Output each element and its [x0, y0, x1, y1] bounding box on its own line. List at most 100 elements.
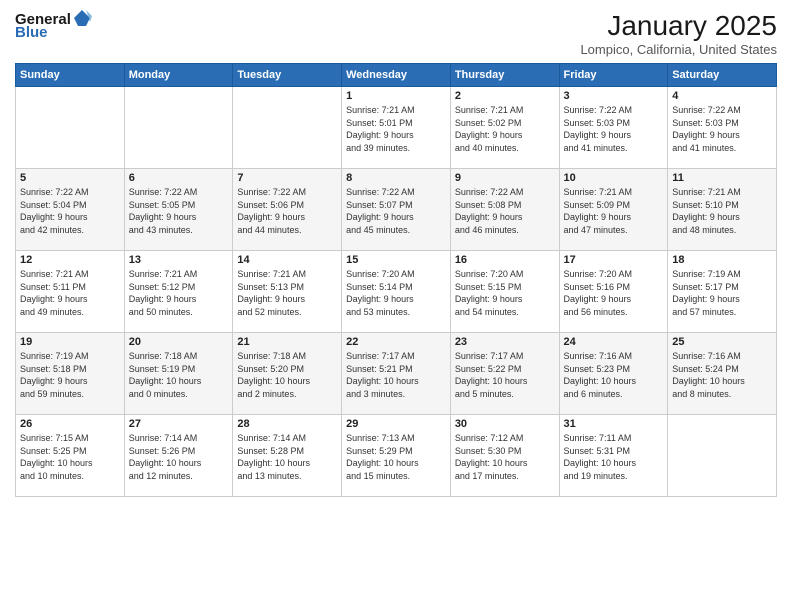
table-row: 4 Sunrise: 7:22 AM Sunset: 5:03 PM Daylig… [668, 87, 777, 169]
day-info: Sunrise: 7:22 AM Sunset: 5:03 PM Dayligh… [672, 104, 772, 154]
table-row: 10 Sunrise: 7:21 AM Sunset: 5:09 PM Dayli… [559, 169, 668, 251]
day-number: 5 [20, 172, 120, 184]
table-row: 13Sunrise: 7:21 AM Sunset: 5:12 PM Dayli… [124, 251, 233, 333]
day-number: 22 [346, 336, 446, 348]
day-info: Sunrise: 7:21 AM Sunset: 5:13 PM Dayligh… [237, 268, 337, 318]
table-row: 30 Sunrise: 7:12 AM Sunset: 5:30 PM Dayli… [450, 415, 559, 497]
table-row: 18 Sunrise: 7:19 AM Sunset: 5:17 PM Dayli… [668, 251, 777, 333]
day-number: 27 [129, 418, 229, 430]
table-row: 6 Sunrise: 7:22 AM Sunset: 5:05 PM Daylig… [124, 169, 233, 251]
day-info: Sunrise: 7:22 AM Sunset: 5:08 PM Dayligh… [455, 186, 555, 236]
table-row: 2 Sunrise: 7:21 AM Sunset: 5:02 PM Daylig… [450, 87, 559, 169]
table-row: 17 Sunrise: 7:20 AM Sunset: 5:16 PM Dayli… [559, 251, 668, 333]
table-row: 1 Sunrise: 7:21 AM Sunset: 5:01 PM Daylig… [342, 87, 451, 169]
table-row: 7 Sunrise: 7:22 AM Sunset: 5:06 PM Daylig… [233, 169, 342, 251]
calendar-week-row: 1 Sunrise: 7:21 AM Sunset: 5:01 PM Daylig… [16, 87, 777, 169]
table-row: 20Sunrise: 7:18 AM Sunset: 5:19 PM Dayli… [124, 333, 233, 415]
table-row: 29Sunrise: 7:13 AM Sunset: 5:29 PM Dayli… [342, 415, 451, 497]
day-number: 19 [20, 336, 120, 348]
col-friday: Friday [559, 64, 668, 87]
day-info: Sunrise: 7:21 AM Sunset: 5:09 PM Dayligh… [564, 186, 664, 236]
day-info: Sunrise: 7:12 AM Sunset: 5:30 PM Dayligh… [455, 432, 555, 482]
day-info: Sunrise: 7:13 AM Sunset: 5:29 PM Dayligh… [346, 432, 446, 482]
table-row [124, 87, 233, 169]
table-row: 19 Sunrise: 7:19 AM Sunset: 5:18 PM Dayli… [16, 333, 125, 415]
day-number: 18 [672, 254, 772, 266]
day-info: Sunrise: 7:15 AM Sunset: 5:25 PM Dayligh… [20, 432, 120, 482]
day-info: Sunrise: 7:20 AM Sunset: 5:16 PM Dayligh… [564, 268, 664, 318]
day-number: 25 [672, 336, 772, 348]
day-info: Sunrise: 7:22 AM Sunset: 5:03 PM Dayligh… [564, 104, 664, 154]
day-number: 6 [129, 172, 229, 184]
table-row: 11 Sunrise: 7:21 AM Sunset: 5:10 PM Dayli… [668, 169, 777, 251]
col-sunday: Sunday [16, 64, 125, 87]
calendar-week-row: 26 Sunrise: 7:15 AM Sunset: 5:25 PM Dayli… [16, 415, 777, 497]
table-row: 15Sunrise: 7:20 AM Sunset: 5:14 PM Dayli… [342, 251, 451, 333]
day-info: Sunrise: 7:17 AM Sunset: 5:22 PM Dayligh… [455, 350, 555, 400]
logo-icon [72, 8, 92, 28]
day-number: 20 [129, 336, 229, 348]
day-number: 10 [564, 172, 664, 184]
table-row [233, 87, 342, 169]
day-number: 2 [455, 90, 555, 102]
day-info: Sunrise: 7:18 AM Sunset: 5:20 PM Dayligh… [237, 350, 337, 400]
day-info: Sunrise: 7:11 AM Sunset: 5:31 PM Dayligh… [564, 432, 664, 482]
table-row: 25 Sunrise: 7:16 AM Sunset: 5:24 PM Dayli… [668, 333, 777, 415]
table-row: 8 Sunrise: 7:22 AM Sunset: 5:07 PM Daylig… [342, 169, 451, 251]
table-row [16, 87, 125, 169]
day-info: Sunrise: 7:17 AM Sunset: 5:21 PM Dayligh… [346, 350, 446, 400]
day-number: 17 [564, 254, 664, 266]
day-number: 8 [346, 172, 446, 184]
table-row: 3Sunrise: 7:22 AM Sunset: 5:03 PM Daylig… [559, 87, 668, 169]
calendar-table: Sunday Monday Tuesday Wednesday Thursday… [15, 63, 777, 497]
table-row: 14 Sunrise: 7:21 AM Sunset: 5:13 PM Dayli… [233, 251, 342, 333]
title-block: January 2025 Lompico, California, United… [580, 10, 777, 57]
day-info: Sunrise: 7:21 AM Sunset: 5:02 PM Dayligh… [455, 104, 555, 154]
day-number: 14 [237, 254, 337, 266]
day-number: 4 [672, 90, 772, 102]
day-info: Sunrise: 7:21 AM Sunset: 5:10 PM Dayligh… [672, 186, 772, 236]
day-info: Sunrise: 7:22 AM Sunset: 5:07 PM Dayligh… [346, 186, 446, 236]
col-thursday: Thursday [450, 64, 559, 87]
day-info: Sunrise: 7:21 AM Sunset: 5:12 PM Dayligh… [129, 268, 229, 318]
table-row: 9Sunrise: 7:22 AM Sunset: 5:08 PM Daylig… [450, 169, 559, 251]
table-row: 12Sunrise: 7:21 AM Sunset: 5:11 PM Dayli… [16, 251, 125, 333]
day-info: Sunrise: 7:21 AM Sunset: 5:01 PM Dayligh… [346, 104, 446, 154]
day-number: 1 [346, 90, 446, 102]
day-number: 21 [237, 336, 337, 348]
day-info: Sunrise: 7:20 AM Sunset: 5:15 PM Dayligh… [455, 268, 555, 318]
day-number: 16 [455, 254, 555, 266]
calendar-week-row: 19 Sunrise: 7:19 AM Sunset: 5:18 PM Dayli… [16, 333, 777, 415]
table-row: 22 Sunrise: 7:17 AM Sunset: 5:21 PM Dayli… [342, 333, 451, 415]
day-number: 30 [455, 418, 555, 430]
day-number: 31 [564, 418, 664, 430]
day-info: Sunrise: 7:22 AM Sunset: 5:05 PM Dayligh… [129, 186, 229, 236]
calendar-week-row: 5Sunrise: 7:22 AM Sunset: 5:04 PM Daylig… [16, 169, 777, 251]
col-monday: Monday [124, 64, 233, 87]
day-number: 11 [672, 172, 772, 184]
logo: General Blue [15, 10, 92, 41]
table-row: 16 Sunrise: 7:20 AM Sunset: 5:15 PM Dayli… [450, 251, 559, 333]
header: General Blue January 2025 Lompico, Calif… [15, 10, 777, 57]
day-info: Sunrise: 7:14 AM Sunset: 5:26 PM Dayligh… [129, 432, 229, 482]
logo-blue-text: Blue [15, 24, 48, 41]
day-info: Sunrise: 7:16 AM Sunset: 5:24 PM Dayligh… [672, 350, 772, 400]
col-tuesday: Tuesday [233, 64, 342, 87]
day-info: Sunrise: 7:19 AM Sunset: 5:18 PM Dayligh… [20, 350, 120, 400]
day-number: 7 [237, 172, 337, 184]
table-row: 23Sunrise: 7:17 AM Sunset: 5:22 PM Dayli… [450, 333, 559, 415]
table-row: 26 Sunrise: 7:15 AM Sunset: 5:25 PM Dayli… [16, 415, 125, 497]
table-row: 28 Sunrise: 7:14 AM Sunset: 5:28 PM Dayli… [233, 415, 342, 497]
col-saturday: Saturday [668, 64, 777, 87]
col-wednesday: Wednesday [342, 64, 451, 87]
day-number: 26 [20, 418, 120, 430]
day-info: Sunrise: 7:22 AM Sunset: 5:06 PM Dayligh… [237, 186, 337, 236]
day-number: 24 [564, 336, 664, 348]
day-number: 28 [237, 418, 337, 430]
table-row: 31 Sunrise: 7:11 AM Sunset: 5:31 PM Dayli… [559, 415, 668, 497]
table-row: 21 Sunrise: 7:18 AM Sunset: 5:20 PM Dayli… [233, 333, 342, 415]
table-row: 27 Sunrise: 7:14 AM Sunset: 5:26 PM Dayli… [124, 415, 233, 497]
day-info: Sunrise: 7:14 AM Sunset: 5:28 PM Dayligh… [237, 432, 337, 482]
day-info: Sunrise: 7:19 AM Sunset: 5:17 PM Dayligh… [672, 268, 772, 318]
table-row: 5Sunrise: 7:22 AM Sunset: 5:04 PM Daylig… [16, 169, 125, 251]
